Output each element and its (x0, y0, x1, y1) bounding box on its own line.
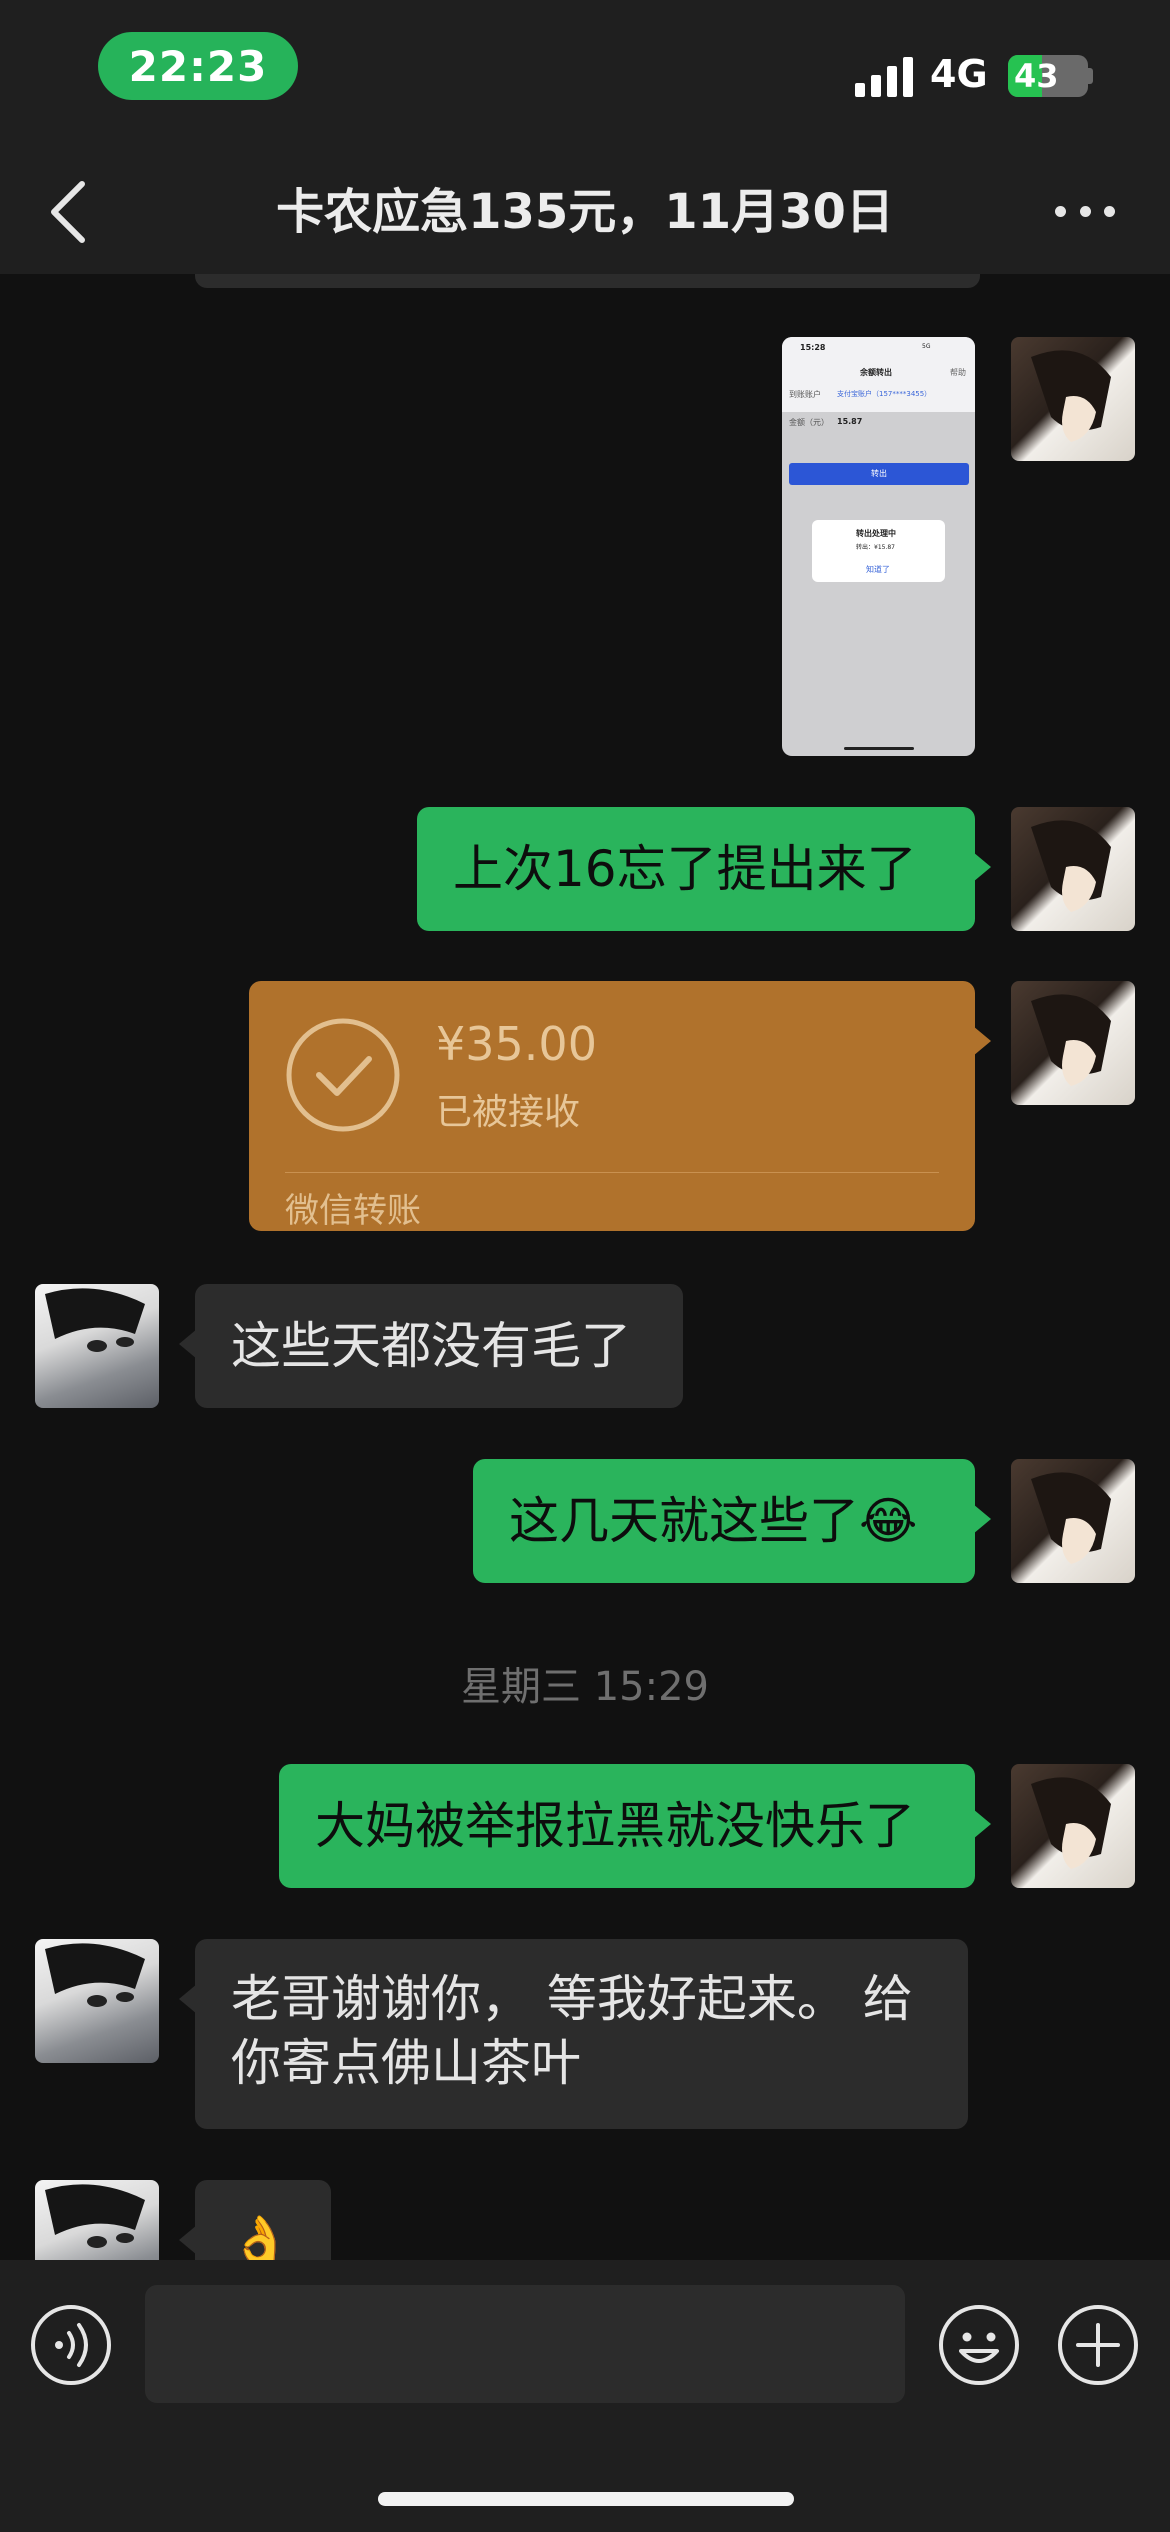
message-bubble[interactable]: 👌 (179, 2180, 331, 2260)
emoji-icon[interactable] (937, 2303, 1021, 2387)
screenshot-to-label: 到账账户 (789, 390, 821, 399)
transfer-card[interactable]: ¥35.00 已被接收 微信转账 (249, 981, 991, 1231)
message-text: 上次16忘了提出来了 (453, 840, 917, 898)
message-bubble[interactable]: 大妈被举报拉黑就没快乐了 (279, 1764, 991, 1888)
screenshot-home-indicator (844, 747, 914, 750)
plus-icon[interactable] (1056, 2303, 1140, 2387)
network-type: 4G (930, 52, 988, 96)
screenshot-dialog-amount: 转出：¥15.87 (856, 544, 895, 551)
message-text: 这几天就这些了😂 (509, 1492, 918, 1550)
chat-title: 卡农应急135元，11月30日 (276, 184, 894, 240)
screenshot-help: 帮助 (950, 368, 966, 377)
screenshot-submit-button: 转出 (789, 463, 969, 485)
status-bar: 22:23 4G 43 (0, 0, 1170, 150)
message-bubble[interactable]: 老哥谢谢你， 等我好起来。 给你寄点佛山茶叶 (179, 1939, 968, 2129)
screenshot-dialog-title: 转出处理中 (856, 529, 896, 538)
screenshot-amount-value: 15.87 (837, 417, 863, 426)
screenshot-to-value: 支付宝账户（157****3455） (837, 390, 932, 398)
message-bubble[interactable]: 这些天都没有毛了 (179, 1284, 683, 1408)
screenshot-title: 余额转出 (860, 368, 892, 377)
timestamp: 星期三 15:29 (461, 1664, 709, 1710)
my-avatar[interactable] (1011, 981, 1135, 1105)
check-circle-icon (286, 1018, 400, 1132)
my-avatar[interactable] (1011, 1764, 1135, 1888)
transfer-label: 微信转账 (285, 1191, 421, 1231)
transfer-status: 已被接收 (436, 1092, 581, 1133)
message-text: 这些天都没有毛了 (231, 1317, 631, 1375)
contact-avatar[interactable] (35, 1284, 159, 1408)
previous-message-bubble (195, 274, 980, 288)
message-bubble[interactable]: 这几天就这些了😂 (473, 1459, 991, 1583)
battery-level: 43 (1014, 57, 1059, 95)
screenshot-dialog: 转出处理中 转出：¥15.87 知道了 (812, 520, 945, 582)
voice-icon[interactable] (29, 2303, 113, 2387)
battery-tip (1088, 68, 1093, 84)
chat-header: 卡农应急135元，11月30日 (0, 150, 1170, 274)
my-avatar[interactable] (1011, 1459, 1135, 1583)
screenshot-network: 5G (922, 343, 931, 350)
message-bubble[interactable]: 上次16忘了提出来了 (417, 807, 991, 931)
status-time: 22:23 (98, 32, 298, 100)
home-indicator (378, 2492, 794, 2506)
more-dots-icon[interactable] (1055, 198, 1115, 224)
message-list[interactable]: 15:28 5G 余额转出 帮助 到账账户 支付宝账户（157****3455）… (0, 274, 1170, 2260)
input-bar (0, 2260, 1170, 2532)
contact-avatar[interactable] (35, 1939, 159, 2063)
message-text: 大妈被举报拉黑就没快乐了 (315, 1797, 915, 1855)
my-avatar[interactable] (1011, 807, 1135, 931)
message-text: 老哥谢谢你， 等我好起来。 给你寄点佛山茶叶 (231, 1970, 913, 2092)
transfer-amount: ¥35.00 (436, 1017, 597, 1071)
chevron-left-icon[interactable] (40, 172, 100, 252)
screenshot-time: 15:28 (800, 343, 826, 352)
message-text: 👌 (229, 2213, 292, 2260)
contact-avatar[interactable] (35, 2180, 159, 2260)
battery-icon: 43 (1008, 55, 1088, 97)
divider (285, 1172, 939, 1173)
cellular-signal-icon (855, 55, 915, 97)
message-image[interactable]: 15:28 5G 余额转出 帮助 到账账户 支付宝账户（157****3455）… (782, 337, 975, 756)
my-avatar[interactable] (1011, 337, 1135, 461)
screenshot-amount-label: 金额（元） (789, 418, 829, 427)
screenshot-dialog-ok: 知道了 (866, 565, 890, 574)
message-input[interactable] (145, 2285, 905, 2403)
